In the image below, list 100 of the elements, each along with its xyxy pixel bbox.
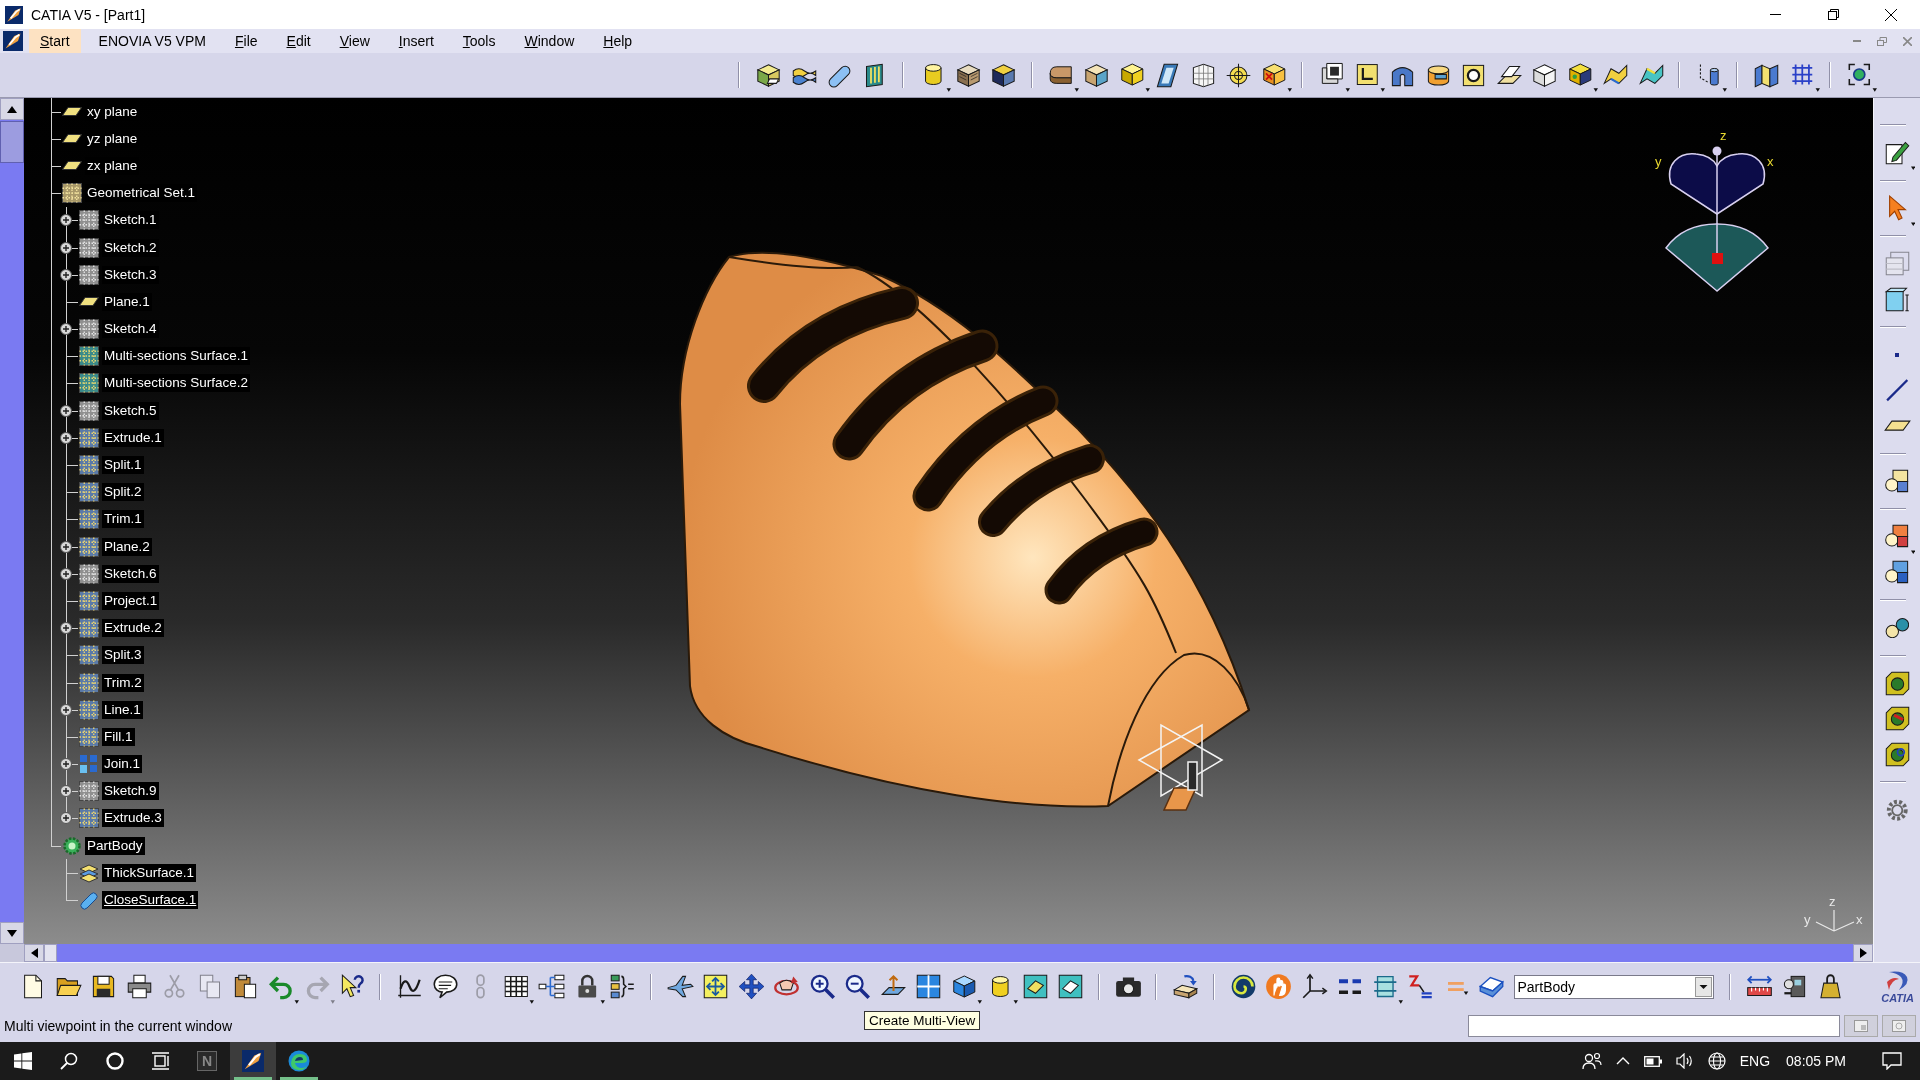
3d-model[interactable] — [679, 251, 1250, 808]
section-box-icon[interactable] — [1372, 973, 1403, 1004]
minimize-icon[interactable] — [1769, 14, 1781, 15]
target-icon[interactable] — [1846, 61, 1877, 93]
cube-icon[interactable] — [1083, 61, 1111, 89]
equals-icon[interactable] — [1448, 981, 1469, 995]
tree-item[interactable]: Extrude.3 — [102, 809, 164, 828]
input-field[interactable] — [1468, 1015, 1840, 1037]
expand-icon[interactable] — [60, 703, 72, 716]
app-logo-icon[interactable] — [2, 31, 24, 51]
cube-icon[interactable] — [1531, 61, 1559, 89]
tree-item[interactable]: Split.2 — [102, 483, 144, 502]
expand-icon[interactable] — [60, 431, 72, 444]
expand-icon[interactable] — [60, 404, 72, 417]
gear-icon[interactable] — [1885, 798, 1909, 821]
tree-item[interactable]: Fill.1 — [102, 727, 135, 746]
people-icon[interactable] — [1581, 1052, 1602, 1070]
hierarchy-icon[interactable] — [538, 973, 566, 1000]
tree-item[interactable]: Join.1 — [102, 755, 143, 774]
move-arrows-icon[interactable] — [737, 973, 765, 1000]
tree-item[interactable]: Sketch.9 — [102, 782, 159, 801]
cube-icon[interactable] — [951, 973, 982, 1004]
tree-item[interactable]: Split.3 — [102, 646, 144, 665]
expand-icon[interactable] — [60, 758, 72, 771]
tree-item[interactable]: Multi-sections Surface.1 — [102, 347, 251, 366]
airplane-icon[interactable] — [666, 973, 694, 1000]
menu-item[interactable]: Window — [513, 29, 586, 53]
shaded-view-icon[interactable] — [1057, 973, 1085, 1000]
tree-item[interactable]: Multi-sections Surface.2 — [102, 374, 251, 393]
expand-icon[interactable] — [60, 785, 72, 798]
notification-icon[interactable] — [1882, 1052, 1902, 1070]
sketch-pencil-icon[interactable] — [1883, 139, 1915, 171]
3d-viewport[interactable] — [24, 98, 1873, 944]
spiral-icon[interactable] — [1229, 973, 1257, 1000]
axes-icon[interactable] — [1300, 973, 1328, 1000]
box-arrow-icon[interactable] — [1172, 973, 1200, 1000]
menu-item[interactable]: View — [328, 29, 381, 53]
expand-icon[interactable] — [60, 214, 72, 227]
scroll-up-button[interactable] — [0, 98, 24, 120]
shaded-view-icon[interactable] — [1021, 973, 1049, 1000]
tree-item[interactable]: Sketch.6 — [102, 564, 159, 583]
cube-icon[interactable] — [1119, 61, 1150, 93]
list-icon[interactable] — [609, 973, 637, 1000]
hand-icon[interactable] — [1265, 973, 1293, 1000]
tree-item[interactable]: Plane.1 — [102, 292, 152, 311]
close-icon[interactable] — [1885, 8, 1897, 21]
expand-icon[interactable] — [60, 540, 72, 553]
expand-icon[interactable] — [60, 323, 72, 336]
horizontal-scrollbar[interactable] — [0, 944, 1873, 962]
taskbar-button[interactable] — [230, 1042, 276, 1080]
tree-item[interactable]: Plane.2 — [102, 537, 152, 556]
zoom-in-icon[interactable] — [808, 973, 836, 1000]
menu-item[interactable]: ENOVIA V5 VPM — [87, 29, 217, 53]
tree-item[interactable]: Extrude.1 — [102, 428, 164, 447]
circle-icon[interactable] — [106, 1052, 124, 1070]
two-spheres-icon[interactable] — [1884, 617, 1910, 638]
cube-icon[interactable] — [954, 61, 982, 89]
task-view-icon[interactable] — [151, 1052, 171, 1070]
restore-icon[interactable] — [1827, 9, 1839, 20]
battery-icon[interactable] — [1643, 1055, 1662, 1067]
clock[interactable]: 08:05 PM — [1786, 1053, 1846, 1069]
tree-item[interactable]: Sketch.5 — [102, 401, 159, 420]
menu-item[interactable]: Insert — [387, 29, 445, 53]
dashes-icon[interactable] — [1338, 978, 1361, 995]
speech-bubble-icon[interactable] — [431, 973, 459, 1000]
tree-item[interactable]: Split.1 — [102, 456, 144, 475]
tree-item[interactable]: Sketch.2 — [102, 238, 159, 257]
tree-item[interactable]: Extrude.2 — [102, 619, 164, 638]
chevron-up-icon[interactable] — [1615, 1057, 1630, 1065]
scroll-down-button[interactable] — [0, 922, 24, 944]
scroll-left-button[interactable] — [24, 944, 44, 962]
folded-panels-icon[interactable] — [1752, 61, 1780, 89]
shapes-icon[interactable] — [1883, 467, 1911, 495]
compass-icon[interactable] — [1665, 146, 1769, 292]
shapes-icon[interactable] — [1883, 523, 1915, 555]
caret-icon[interactable] — [1694, 976, 1712, 997]
tree-item[interactable]: Trim.2 — [102, 673, 144, 692]
menu-item[interactable]: Tools — [451, 29, 507, 53]
table-icon[interactable] — [503, 973, 534, 1004]
cube-icon[interactable] — [1261, 61, 1292, 93]
zoom-out-icon[interactable] — [844, 973, 872, 1000]
tree-item[interactable]: ThickSurface.1 — [102, 863, 197, 882]
tree-item[interactable]: Trim.1 — [102, 510, 144, 529]
zigzag-lines-icon[interactable] — [1407, 973, 1435, 1000]
expand-icon[interactable] — [60, 567, 72, 580]
globe-icon[interactable] — [1707, 1052, 1726, 1070]
scrollbar-thumb[interactable] — [44, 944, 57, 962]
expand-icon[interactable] — [60, 622, 72, 635]
tree-item[interactable]: Project.1 — [102, 591, 160, 610]
scroll-right-button[interactable] — [1853, 944, 1873, 962]
point-icon[interactable] — [1894, 352, 1900, 357]
printer-icon[interactable] — [125, 973, 153, 1000]
cube-icon[interactable] — [990, 61, 1018, 89]
search-icon[interactable] — [60, 1052, 78, 1070]
volume-icon[interactable] — [1675, 1053, 1694, 1069]
menu-item[interactable]: Edit — [275, 29, 322, 53]
function-graph-icon[interactable] — [396, 973, 424, 1000]
tree-item[interactable]: Sketch.4 — [102, 320, 159, 339]
cube-icon[interactable] — [755, 61, 783, 89]
cube-icon[interactable] — [1567, 61, 1598, 93]
